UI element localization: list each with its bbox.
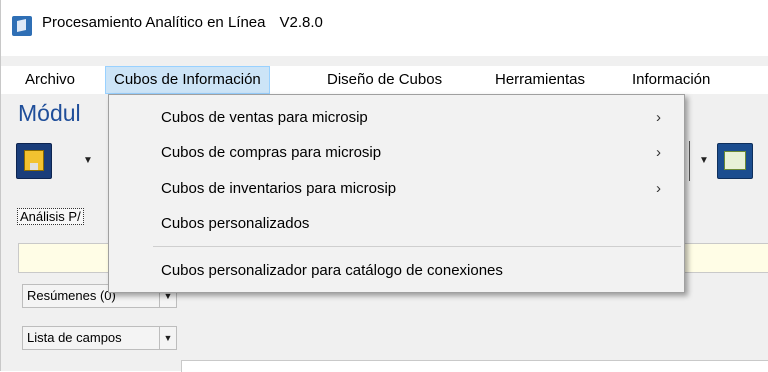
menu-herramientas[interactable]: Herramientas [487,66,593,94]
menu-item-cubos-ventas[interactable]: Cubos de ventas para microsip › [109,102,684,133]
menu-item-label: Cubos de inventarios para microsip [161,180,397,197]
spreadsheet-sum-icon [724,151,746,170]
lista-campos-combo[interactable]: Lista de campos ▼ [22,326,177,350]
menu-item-cubos-compras[interactable]: Cubos de compras para microsip › [109,137,684,168]
resumenes-label: Resúmenes (0) [27,288,116,303]
lista-campos-label: Lista de campos [27,330,122,345]
application-window: Procesamiento Analítico en Línea V2.8.0 A… [0,0,768,372]
save-button[interactable] [16,143,52,179]
window-title: Procesamiento Analítico en Línea V2.8.0 [42,14,323,31]
menu-item-label: Cubos de ventas para microsip [161,109,368,126]
menu-diseno-de-cubos[interactable]: Diseño de Cubos [319,66,450,94]
menu-item-label: Cubos de compras para microsip [161,144,382,161]
calc-dropdown-icon[interactable]: ▼ [699,155,709,166]
cube-app-icon [12,16,32,36]
chevron-right-icon: › [656,144,661,161]
spreadsheet-sum-button[interactable] [717,143,753,179]
menu-item-cubos-personalizados[interactable]: Cubos personalizados [109,208,684,239]
menu-cubos-de-informacion[interactable]: Cubos de Información [105,66,270,94]
chevron-right-icon: › [656,109,661,126]
toolbar-separator [689,141,690,181]
menu-item-label: Cubos personalizados [161,215,310,232]
pivot-grid-area [181,360,768,372]
menu-item-cubos-catalogo-conexiones[interactable]: Cubos personalizador para catálogo de co… [109,255,684,286]
menu-separator [153,246,681,247]
window-title-text: Procesamiento Analítico en Línea [42,14,266,31]
menu-item-label: Cubos personalizador para catálogo de co… [161,262,503,279]
menu-bar: Archivo Cubos de Información Diseño de C… [1,66,768,94]
window-version: V2.8.0 [279,14,323,31]
cubos-dropdown-menu: Cubos de ventas para microsip › Cubos de… [108,94,685,293]
chevron-right-icon: › [656,180,661,197]
triangle-down-icon[interactable]: ▼ [159,327,176,349]
floppy-disk-icon [24,150,44,171]
menu-informacion[interactable]: Información [624,66,718,94]
title-bar: Procesamiento Analítico en Línea V2.8.0 [1,0,768,56]
tab-analisis[interactable]: Análisis P/ [17,208,84,225]
save-dropdown-icon[interactable]: ▼ [83,155,93,166]
module-title: Módul [18,100,81,126]
menu-item-cubos-inventarios[interactable]: Cubos de inventarios para microsip › [109,173,684,204]
menu-archivo[interactable]: Archivo [17,66,83,94]
